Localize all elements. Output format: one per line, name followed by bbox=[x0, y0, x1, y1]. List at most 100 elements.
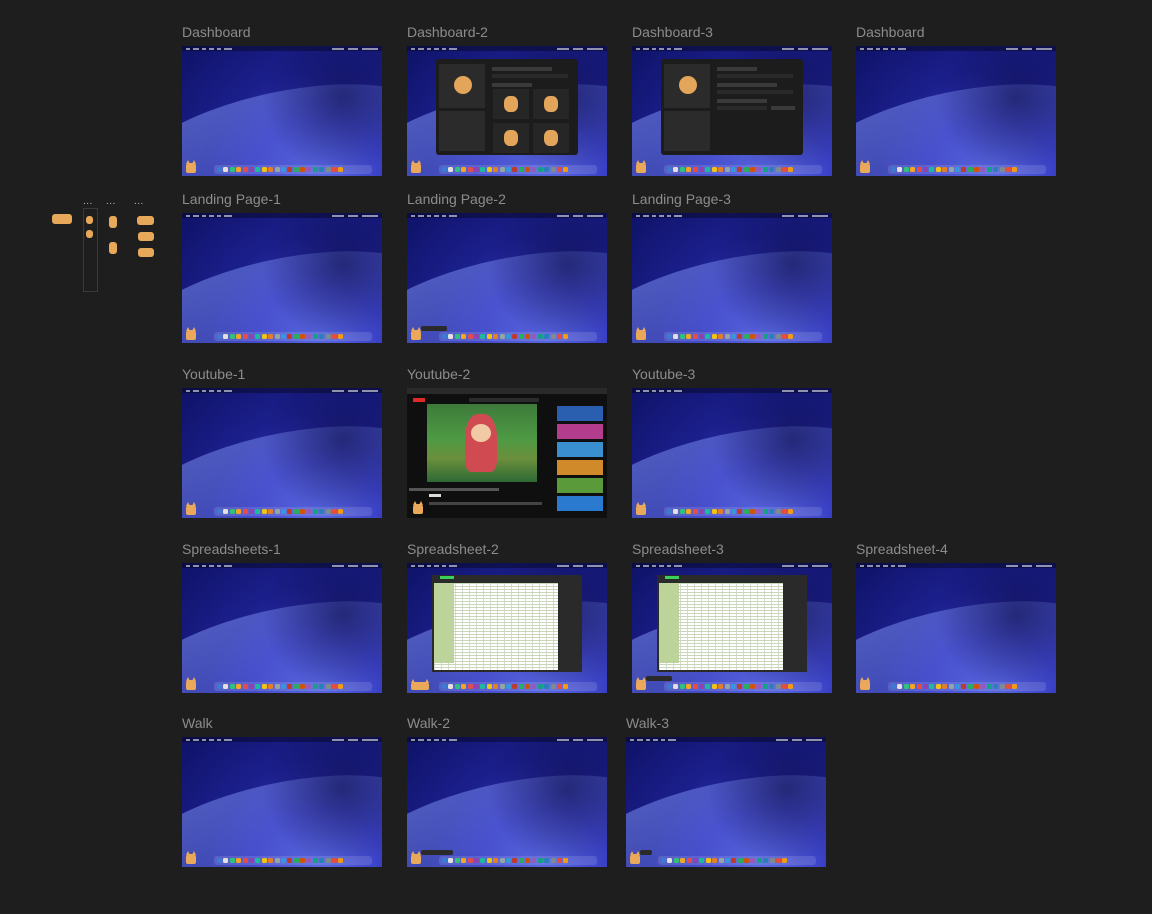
frame-walk-3[interactable]: Walk-3 bbox=[626, 715, 826, 867]
pet-sprite-sitting[interactable] bbox=[86, 230, 93, 238]
pet-sprite-walking[interactable] bbox=[138, 232, 154, 241]
frame-youtube-2[interactable]: Youtube-2 bbox=[407, 366, 607, 518]
dock-app-icon bbox=[461, 167, 467, 172]
frame-walk-2[interactable]: Walk-2 bbox=[407, 715, 607, 867]
menu-bar-item bbox=[362, 214, 378, 217]
dock-app-icon bbox=[242, 167, 248, 172]
frame-thumbnail[interactable] bbox=[407, 563, 607, 693]
frame-thumbnail[interactable] bbox=[632, 388, 832, 518]
frame-thumbnail[interactable] bbox=[182, 388, 382, 518]
frame-title[interactable]: Landing Page-2 bbox=[407, 191, 506, 207]
pet-tooltip bbox=[421, 850, 453, 855]
frame-title[interactable]: Spreadsheet-3 bbox=[632, 541, 724, 557]
frame-thumbnail[interactable] bbox=[856, 46, 1056, 176]
frame-title[interactable]: Dashboard bbox=[182, 24, 251, 40]
frame-spreadsheet-3[interactable]: Spreadsheet-3 bbox=[632, 541, 832, 693]
frame-thumbnail[interactable] bbox=[407, 213, 607, 343]
frame-landing-page-3[interactable]: Landing Page-3 bbox=[632, 191, 832, 343]
menu-bar-item bbox=[646, 738, 650, 741]
frame-thumbnail[interactable] bbox=[407, 388, 607, 518]
pet-sprite-running[interactable] bbox=[52, 214, 72, 224]
menu-bar-item bbox=[674, 564, 682, 567]
menu-bar-item bbox=[442, 47, 446, 50]
menu-bar-item bbox=[348, 389, 358, 392]
pet-sprite-walking[interactable] bbox=[138, 248, 154, 257]
menu-bar-item bbox=[202, 389, 206, 392]
menu-bar-item bbox=[411, 738, 415, 741]
frame-landing-page-1[interactable]: Landing Page-1 bbox=[182, 191, 382, 343]
frame-dashboard[interactable]: Dashboard bbox=[182, 24, 382, 176]
pet-sprite-standing[interactable] bbox=[109, 242, 117, 254]
dock-app-icon bbox=[942, 167, 948, 172]
dock-app-icon bbox=[319, 684, 325, 689]
pet-sprite-standing[interactable] bbox=[109, 216, 117, 228]
menu-bar-item bbox=[449, 214, 457, 217]
frame-spreadsheet-4[interactable]: Spreadsheet-4 bbox=[856, 541, 1056, 693]
frame-thumbnail[interactable] bbox=[856, 563, 1056, 693]
frame-landing-page-2[interactable]: Landing Page-2 bbox=[407, 191, 607, 343]
frame-title[interactable]: Youtube-2 bbox=[407, 366, 470, 382]
frame-title[interactable]: Landing Page-1 bbox=[182, 191, 281, 207]
frame-thumbnail[interactable] bbox=[182, 563, 382, 693]
frame-thumbnail[interactable] bbox=[407, 737, 607, 867]
frame-dashboard-4[interactable]: Dashboard bbox=[856, 24, 1056, 176]
sprite-sheet[interactable]: ... ... ... bbox=[50, 196, 160, 298]
frame-title[interactable]: Walk-3 bbox=[626, 715, 669, 731]
frame-spreadsheet-2[interactable]: Spreadsheet-2 bbox=[407, 541, 607, 693]
dock-app-icon bbox=[512, 334, 518, 339]
frame-thumbnail[interactable] bbox=[632, 563, 832, 693]
frame-thumbnail[interactable] bbox=[632, 46, 832, 176]
frame-title[interactable]: Walk-2 bbox=[407, 715, 450, 731]
dock-app-icon bbox=[505, 167, 511, 172]
frame-dashboard-2[interactable]: Dashboard-2 bbox=[407, 24, 607, 176]
comment-line bbox=[482, 502, 542, 505]
column-menu-icon[interactable]: ... bbox=[106, 196, 116, 207]
menu-bar-item bbox=[806, 738, 822, 741]
dock-app-icon bbox=[261, 167, 267, 172]
frame-thumbnail[interactable] bbox=[407, 46, 607, 176]
dock-app-icon bbox=[563, 858, 569, 863]
frame-title[interactable]: Landing Page-3 bbox=[632, 191, 731, 207]
frame-thumbnail[interactable] bbox=[182, 46, 382, 176]
column-menu-icon[interactable]: ... bbox=[83, 196, 93, 207]
frame-title[interactable]: Dashboard bbox=[856, 24, 925, 40]
frame-title[interactable]: Walk bbox=[182, 715, 213, 731]
frame-spreadsheets-1[interactable]: Spreadsheets-1 bbox=[182, 541, 382, 693]
address-line bbox=[717, 99, 767, 103]
menu-bar-item bbox=[224, 389, 232, 392]
stats-panel bbox=[439, 111, 485, 151]
frame-title[interactable]: Spreadsheet-4 bbox=[856, 541, 948, 557]
frame-title[interactable]: Dashboard-3 bbox=[632, 24, 713, 40]
frame-youtube-3[interactable]: Youtube-3 bbox=[632, 366, 832, 518]
pet-sprite-sitting[interactable] bbox=[86, 216, 93, 224]
frame-thumbnail[interactable] bbox=[182, 737, 382, 867]
pet-icon bbox=[186, 160, 196, 173]
frame-title[interactable]: Dashboard-2 bbox=[407, 24, 488, 40]
frame-dashboard-3[interactable]: Dashboard-3 bbox=[632, 24, 832, 176]
column-menu-icon[interactable]: ... bbox=[134, 196, 144, 207]
frame-thumbnail[interactable] bbox=[632, 213, 832, 343]
dock-app-icon bbox=[300, 167, 306, 172]
pet-icon bbox=[636, 160, 646, 173]
dock-app-icon bbox=[268, 684, 274, 689]
frame-title[interactable]: Youtube-3 bbox=[632, 366, 695, 382]
dock-app-icon bbox=[454, 858, 460, 863]
menu-bar-item bbox=[418, 214, 424, 217]
frame-walk[interactable]: Walk bbox=[182, 715, 382, 867]
dock-app-icon bbox=[338, 684, 344, 689]
dock-app-icon bbox=[711, 167, 717, 172]
dock-app-icon bbox=[763, 858, 769, 863]
dock-app-icon bbox=[306, 334, 312, 339]
frame-youtube-1[interactable]: Youtube-1 bbox=[182, 366, 382, 518]
frame-title[interactable]: Spreadsheet-2 bbox=[407, 541, 499, 557]
frame-title[interactable]: Youtube-1 bbox=[182, 366, 245, 382]
menu-bar-item bbox=[362, 738, 378, 741]
dock-app-icon bbox=[737, 167, 743, 172]
frame-thumbnail[interactable] bbox=[182, 213, 382, 343]
pet-sprite-walking[interactable] bbox=[137, 216, 154, 225]
dock-app-icon bbox=[775, 684, 781, 689]
frame-thumbnail[interactable] bbox=[626, 737, 826, 867]
frame-title[interactable]: Spreadsheets-1 bbox=[182, 541, 281, 557]
menu-bar-item bbox=[782, 389, 794, 392]
menu-bar-item bbox=[557, 214, 569, 217]
